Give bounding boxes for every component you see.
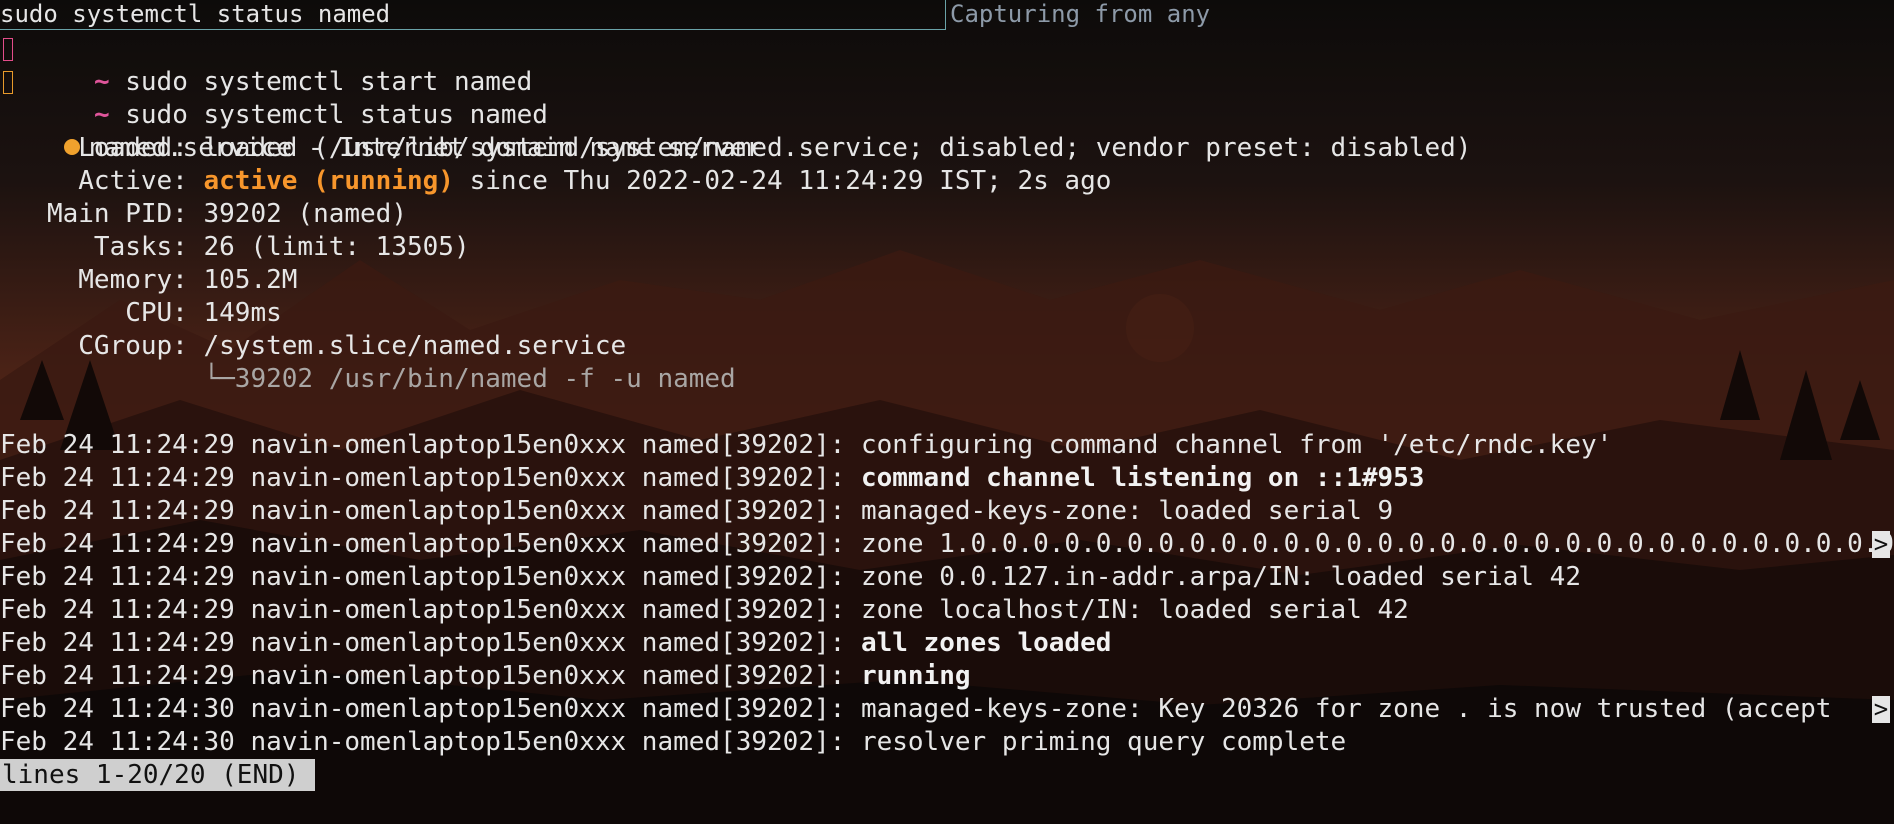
log-line: Feb 24 11:24:29 navin-omenlaptop15en0xxx… (0, 594, 1894, 627)
active-label: Active: (0, 166, 188, 196)
capture-source-text: Capturing from any (950, 0, 1211, 28)
log-message: resolver priming query complete (860, 727, 1347, 757)
cpu-label: CPU: (0, 298, 188, 328)
log-prefix: Feb 24 11:24:29 navin-omenlaptop15en0xxx… (0, 496, 861, 526)
service-loaded-row: Loaded: loaded (/usr/lib/systemd/system/… (0, 132, 1471, 165)
log-message: zone localhost/IN: loaded serial 42 (860, 595, 1409, 625)
service-cgroup-child: └─39202 /usr/bin/named -f -u named (0, 364, 736, 394)
truncated-line-marker: > (1872, 530, 1890, 558)
log-message: managed-keys-zone: Key 20326 for zone . … (860, 694, 1832, 724)
active-state: active (running) (187, 166, 454, 196)
prompt-line-status: ~ sudo systemctl status named (0, 66, 548, 130)
mainpid-value: 39202 (named) (187, 199, 407, 229)
log-line: Feb 24 11:24:29 navin-omenlaptop15en0xxx… (0, 429, 1894, 462)
service-cgroup-row: CGroup: /system.slice/named.service (0, 330, 626, 363)
terminal-top-bar: sudo systemctl status named Capturing fr… (0, 0, 1894, 31)
prompt-line-start: ~ sudo systemctl start named (0, 33, 532, 97)
pager-status-line[interactable]: lines 1-20/20 (END) (0, 759, 316, 791)
tasks-value: 26 (limit: 13505) (187, 232, 470, 262)
log-line: Feb 24 11:24:30 navin-omenlaptop15en0xxx… (0, 726, 1894, 759)
memory-label: Memory: (0, 265, 188, 295)
log-line: Feb 24 11:24:29 navin-omenlaptop15en0xxx… (0, 462, 1894, 495)
cpu-value: 149ms (187, 298, 282, 328)
log-prefix: Feb 24 11:24:29 navin-omenlaptop15en0xxx… (0, 661, 861, 691)
service-tasks-row: Tasks: 26 (limit: 13505) (0, 231, 470, 264)
truncated-line-marker: > (1872, 695, 1890, 723)
log-message: configuring command channel from '/etc/r… (860, 430, 1613, 460)
log-message: zone 1.0.0.0.0.0.0.0.0.0.0.0.0.0.0.0.0.0… (860, 529, 1894, 559)
log-message: command channel listening on ::1#953 (860, 463, 1425, 493)
log-prefix: Feb 24 11:24:29 navin-omenlaptop15en0xxx… (0, 430, 861, 460)
service-mainpid-row: Main PID: 39202 (named) (0, 198, 407, 231)
log-line: Feb 24 11:24:29 navin-omenlaptop15en0xxx… (0, 528, 1894, 561)
mainpid-label: Main PID: (0, 199, 188, 229)
log-line: Feb 24 11:24:30 navin-omenlaptop15en0xxx… (0, 693, 1894, 726)
log-message: all zones loaded (860, 628, 1112, 658)
prompt-status-marker (3, 38, 13, 61)
log-prefix: Feb 24 11:24:29 navin-omenlaptop15en0xxx… (0, 595, 861, 625)
log-prefix: Feb 24 11:24:29 navin-omenlaptop15en0xxx… (0, 529, 861, 559)
search-command-bar[interactable]: sudo systemctl status named (0, 0, 946, 30)
log-message: managed-keys-zone: loaded serial 9 (860, 496, 1394, 526)
cgroup-value: /system.slice/named.service (187, 331, 627, 361)
log-prefix: Feb 24 11:24:29 navin-omenlaptop15en0xxx… (0, 628, 861, 658)
log-message: running (860, 661, 971, 691)
log-line: Feb 24 11:24:29 navin-omenlaptop15en0xxx… (0, 660, 1894, 693)
log-prefix: Feb 24 11:24:29 navin-omenlaptop15en0xxx… (0, 463, 861, 493)
memory-value: 105.2M (187, 265, 298, 295)
loaded-value: loaded (/usr/lib/systemd/system/named.se… (187, 133, 1472, 163)
service-cpu-row: CPU: 149ms (0, 297, 282, 330)
log-message: zone 0.0.127.in-addr.arpa/IN: loaded ser… (860, 562, 1581, 592)
cgroup-label: CGroup: (0, 331, 188, 361)
capture-source-bar[interactable]: Capturing from any (948, 0, 1894, 30)
log-prefix: Feb 24 11:24:29 navin-omenlaptop15en0xxx… (0, 562, 861, 592)
service-header: named.service - Internet domain name ser… (0, 99, 762, 163)
service-active-row: Active: active (running) since Thu 2022-… (0, 165, 1111, 198)
service-memory-row: Memory: 105.2M (0, 264, 297, 297)
log-line: Feb 24 11:24:29 navin-omenlaptop15en0xxx… (0, 495, 1894, 528)
prompt-status-marker (3, 71, 13, 94)
tasks-label: Tasks: (0, 232, 188, 262)
log-line: Feb 24 11:24:29 navin-omenlaptop15en0xxx… (0, 627, 1894, 660)
log-line: Feb 24 11:24:29 navin-omenlaptop15en0xxx… (0, 561, 1894, 594)
search-command-text: sudo systemctl status named (0, 0, 391, 28)
log-prefix: Feb 24 11:24:30 navin-omenlaptop15en0xxx… (0, 694, 861, 724)
loaded-label: Loaded: (0, 133, 188, 163)
log-prefix: Feb 24 11:24:30 navin-omenlaptop15en0xxx… (0, 727, 861, 757)
active-since: since Thu 2022-02-24 11:24:29 IST; 2s ag… (453, 166, 1112, 196)
